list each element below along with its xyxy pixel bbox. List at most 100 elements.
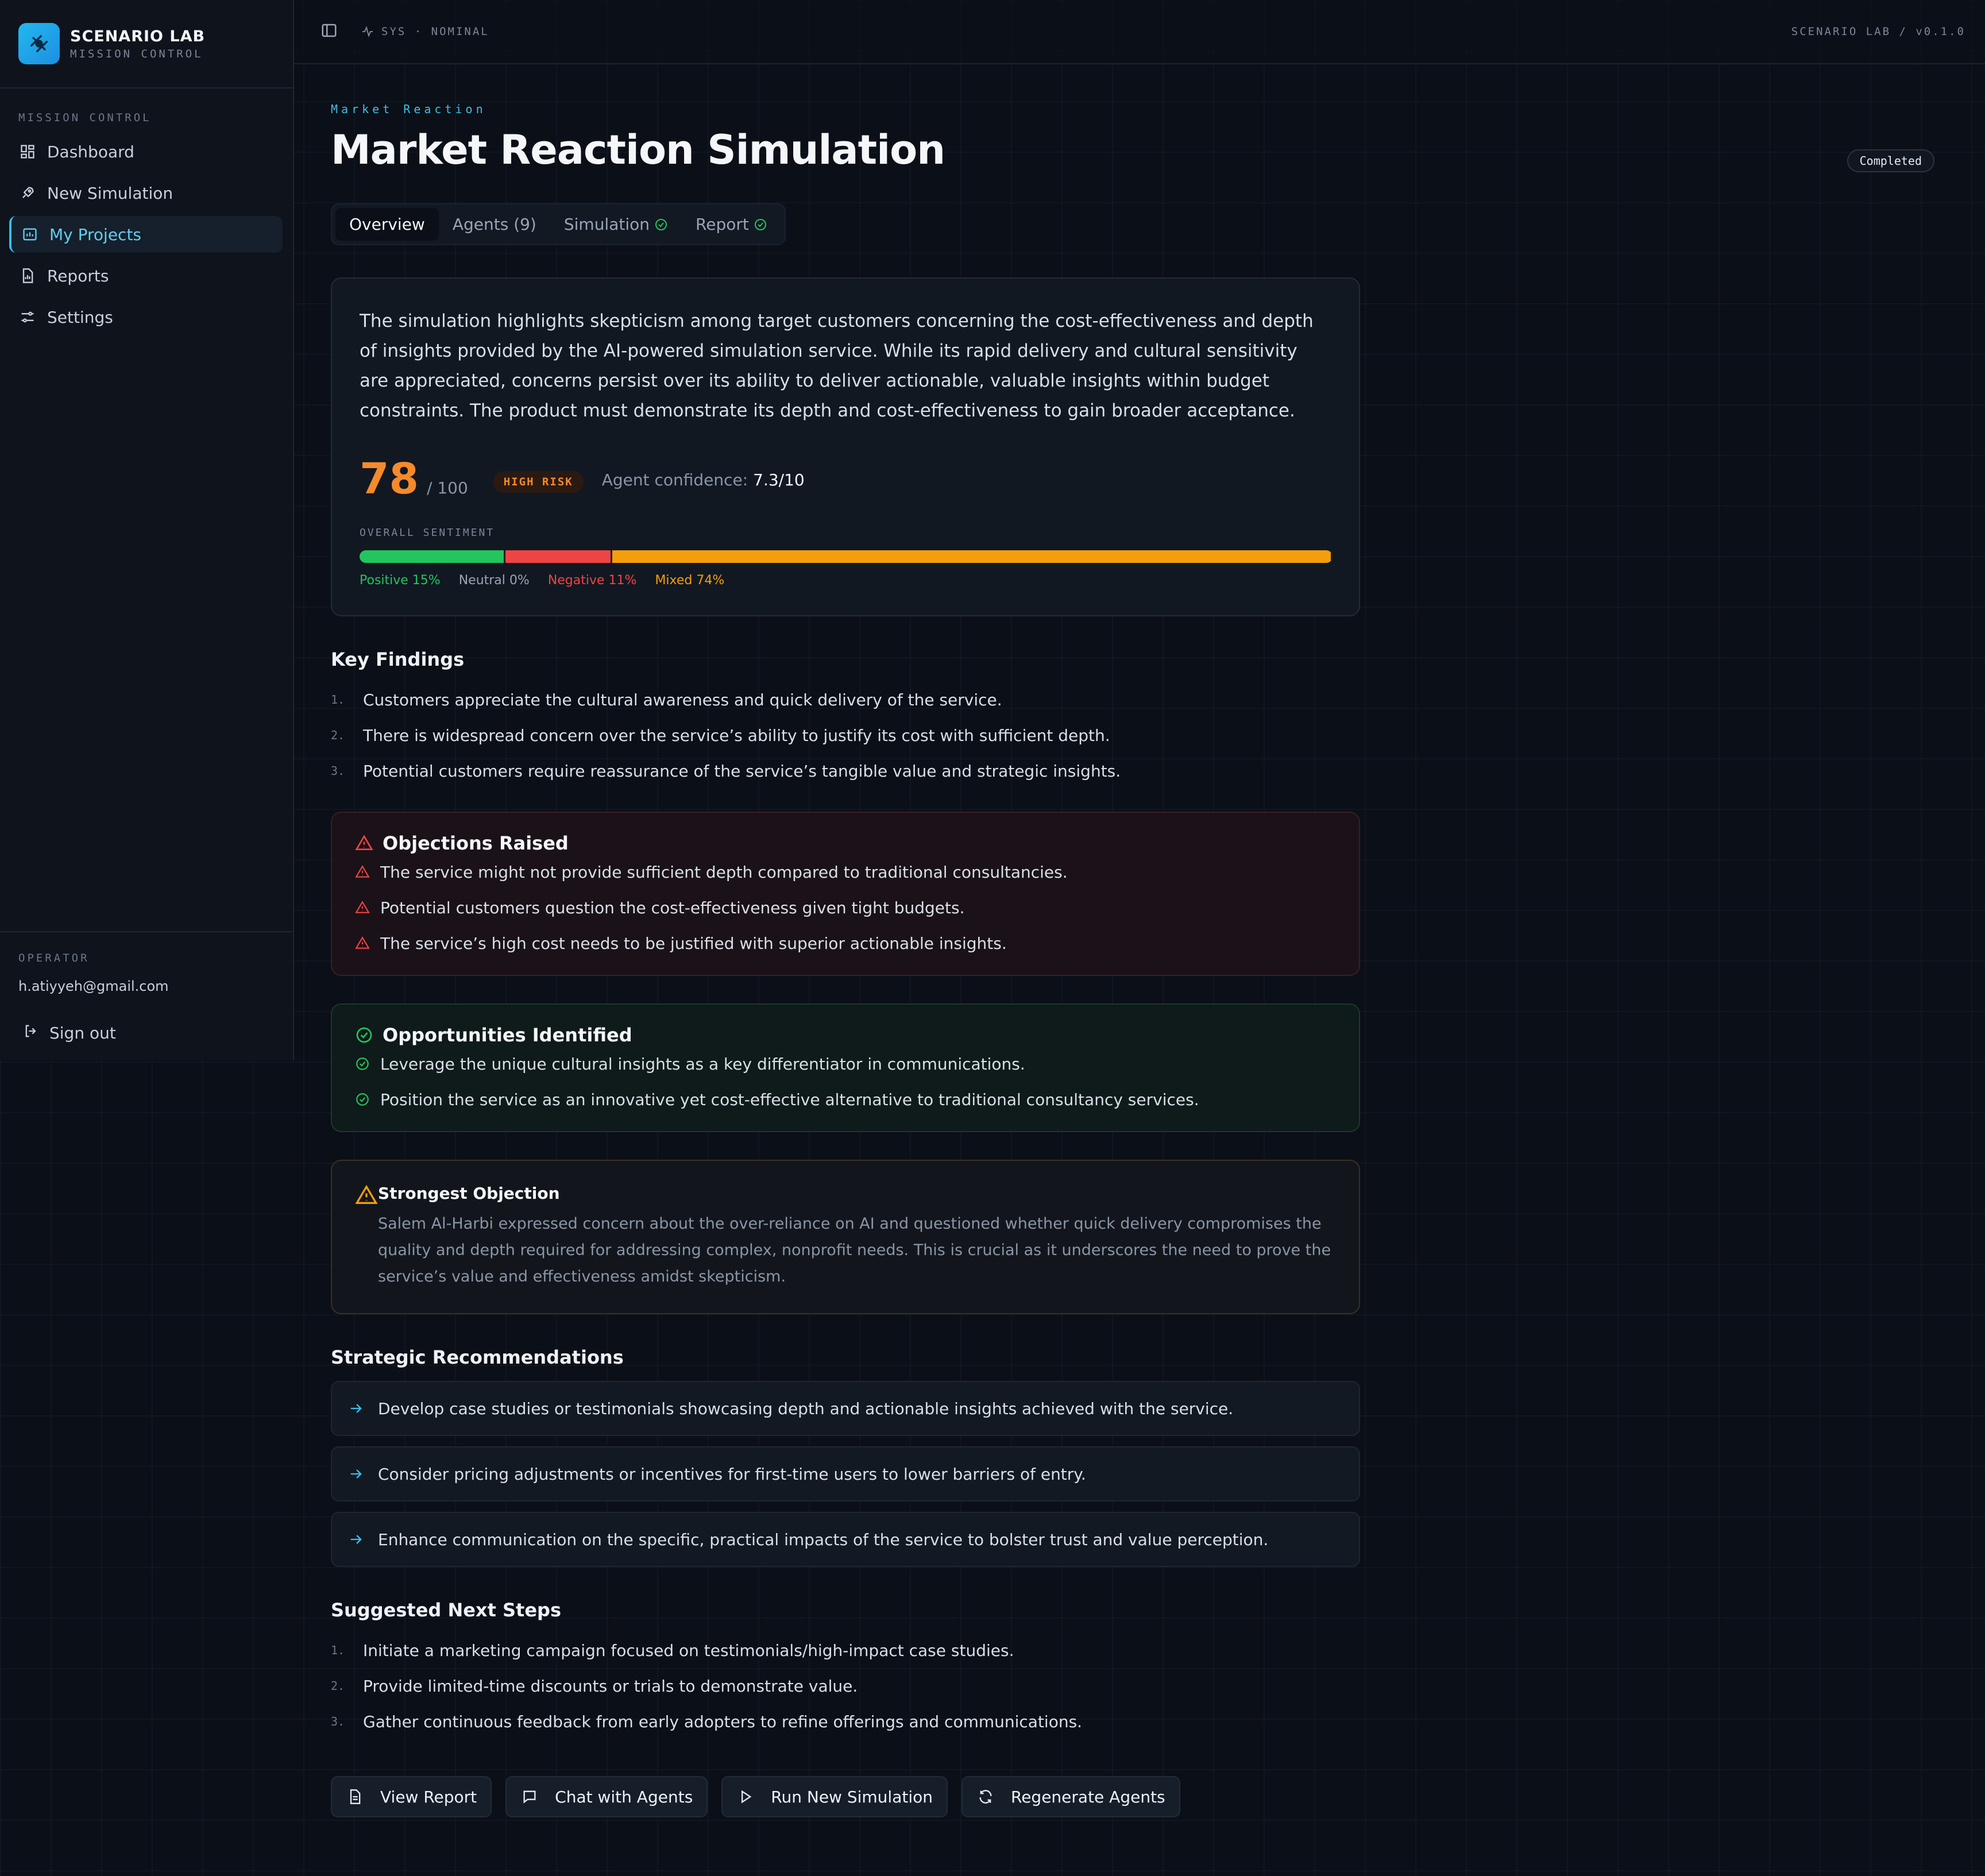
report-icon [18, 267, 37, 285]
run-new-simulation-button[interactable]: Run New Simulation [721, 1776, 948, 1817]
rocket-icon [18, 184, 37, 202]
sentiment-segment [505, 550, 613, 563]
button-label: Run New Simulation [771, 1787, 933, 1806]
play-icon [742, 1790, 752, 1804]
sentiment-legend-item: Positive 15% [360, 573, 441, 588]
view-report-button[interactable]: View Report [331, 1776, 492, 1817]
button-label: Regenerate Agents [1011, 1787, 1165, 1806]
regenerate-agents-button[interactable]: Regenerate Agents [961, 1776, 1180, 1817]
list-item: 2. There is widespread concern over the s… [331, 717, 1934, 753]
recommendation-text: Enhance communication on the specific, p… [378, 1530, 1269, 1549]
sentiment-legend-item: Negative 11% [547, 573, 637, 588]
item-text: Initiate a marketing campaign focused on… [363, 1640, 1014, 1660]
main-content: Market Reaction Market Reaction Simulati… [331, 64, 1934, 1817]
chat-with-agents-button[interactable]: Chat with Agents [505, 1776, 708, 1817]
next-steps-list: 1. Initiate a marketing campaign focused … [331, 1632, 1934, 1739]
sidebar: SCENARIO LAB MISSION CONTROL MISSION CON… [0, 0, 294, 1060]
warning-icon [355, 936, 370, 949]
activity-icon [362, 26, 373, 37]
settings-icon [18, 308, 37, 326]
opportunity-item: Position the service as an innovative ye… [355, 1082, 1336, 1117]
strongest-objection-text: Salem Al-Harbi expressed concern about t… [378, 1215, 1331, 1286]
operator-label: OPERATOR [18, 952, 90, 964]
agent-confidence-label: Agent confidence: [601, 470, 748, 489]
list-item: 3. Potential customers require reassuranc… [331, 753, 1934, 789]
objections-title: Objections Raised [383, 832, 569, 854]
sidebar-item-my-projects[interactable]: My Projects [9, 216, 283, 253]
item-number: 3. [331, 1715, 345, 1728]
sidebar-item-dashboard[interactable]: Dashboard [9, 133, 283, 170]
item-text: Potential customers require reassurance … [363, 761, 1121, 781]
top-bar: SYS · NOMINAL SCENARIO LAB / v0.1.0 [294, 0, 1985, 64]
list-item: 1. Customers appreciate the cultural awar… [331, 682, 1934, 717]
tab-overview[interactable]: Overview [335, 208, 439, 241]
button-label: View Report [380, 1787, 477, 1806]
recommendation-item: Enhance communication on the specific, p… [331, 1512, 1360, 1567]
page-title: Market Reaction Simulation [331, 126, 945, 173]
tab-label: Simulation [563, 215, 650, 234]
breadcrumb[interactable]: Market Reaction [331, 102, 1934, 116]
objection-text: The service might not provide sufficient… [380, 862, 1068, 882]
item-number: 1. [331, 1643, 345, 1657]
opportunity-text: Leverage the unique cultural insights as… [380, 1054, 1025, 1074]
list-item: 3. Gather continuous feedback from early … [331, 1704, 1934, 1739]
tab-report[interactable]: Report [682, 208, 781, 241]
agent-confidence: Agent confidence: 7.3/10 [602, 470, 805, 489]
sign-out-button[interactable]: Sign out [18, 1023, 275, 1043]
document-icon [350, 1789, 361, 1804]
recommendation-text: Consider pricing adjustments or incentiv… [378, 1464, 1086, 1484]
check-circle-icon [356, 1057, 369, 1070]
status-badge: Completed [1847, 149, 1934, 172]
sidebar-item-label: New Simulation [47, 183, 173, 203]
system-status: SYS · NOMINAL [361, 25, 489, 38]
summary-text: The simulation highlights skepticism amo… [360, 311, 1314, 421]
strongest-objection-title: Strongest Objection [378, 1184, 560, 1203]
tab-bar: Overview Agents (9) Simulation Report [331, 203, 786, 245]
brand[interactable]: SCENARIO LAB MISSION CONTROL [0, 0, 293, 88]
strongest-objection-card: Strongest Objection Salem Al-Harbi expre… [331, 1160, 1360, 1314]
item-text: Provide limited-time discounts or trials… [363, 1676, 858, 1696]
sidebar-item-reports[interactable]: Reports [9, 257, 283, 294]
opportunity-text: Position the service as an innovative ye… [380, 1090, 1199, 1109]
tab-label: Report [696, 215, 749, 234]
sidebar-toggle-icon[interactable] [320, 22, 338, 41]
arrow-right-icon [350, 1535, 362, 1544]
tab-label: Overview [349, 215, 425, 234]
recommendation-item: Consider pricing adjustments or incentiv… [331, 1446, 1360, 1501]
check-circle-icon [356, 1027, 372, 1043]
risk-badge: HIGH RISK [493, 471, 584, 493]
arrow-right-icon [350, 1404, 362, 1413]
risk-score-max: / 100 [426, 478, 468, 497]
check-circle-icon [356, 1093, 369, 1106]
button-label: Chat with Agents [555, 1787, 693, 1806]
sidebar-item-settings[interactable]: Settings [9, 299, 283, 335]
recommendation-text: Develop case studies or testimonials sho… [378, 1399, 1234, 1418]
system-status-text: SYS · NOMINAL [381, 25, 489, 38]
objection-item: The service might not provide sufficient… [355, 854, 1336, 890]
sidebar-item-label: My Projects [49, 225, 142, 244]
sidebar-item-label: Reports [47, 266, 109, 285]
opportunities-panel: Opportunities Identified Leverage the un… [331, 1003, 1360, 1132]
arrow-right-icon [350, 1469, 362, 1479]
tab-simulation[interactable]: Simulation [550, 208, 682, 241]
item-text: There is widespread concern over the ser… [363, 725, 1110, 745]
sign-out-icon [23, 1023, 39, 1043]
sentiment-label: OVERALL SENTIMENT [360, 527, 495, 539]
item-number: 1. [331, 693, 345, 707]
tab-agents[interactable]: Agents (9) [439, 208, 550, 241]
agent-confidence-value: 7.3/10 [753, 470, 805, 489]
opportunity-item: Leverage the unique cultural insights as… [355, 1046, 1336, 1082]
item-text: Gather continuous feedback from early ad… [363, 1712, 1083, 1731]
sidebar-item-new-simulation[interactable]: New Simulation [9, 175, 283, 211]
brand-name: SCENARIO LAB [70, 27, 206, 45]
warning-icon [355, 835, 373, 850]
item-number: 2. [331, 728, 345, 742]
version-label: SCENARIO LAB / v0.1.0 [1791, 25, 1965, 38]
operator-email: h.atiyyeh@gmail.com [18, 978, 169, 994]
item-number: 2. [331, 1679, 345, 1693]
recommendations-title: Strategic Recommendations [331, 1346, 624, 1368]
sidebar-item-label: Settings [47, 307, 113, 327]
brand-subtitle: MISSION CONTROL [70, 47, 203, 60]
objection-text: The service’s high cost needs to be just… [380, 933, 1007, 953]
item-text: Customers appreciate the cultural awaren… [363, 690, 1002, 709]
